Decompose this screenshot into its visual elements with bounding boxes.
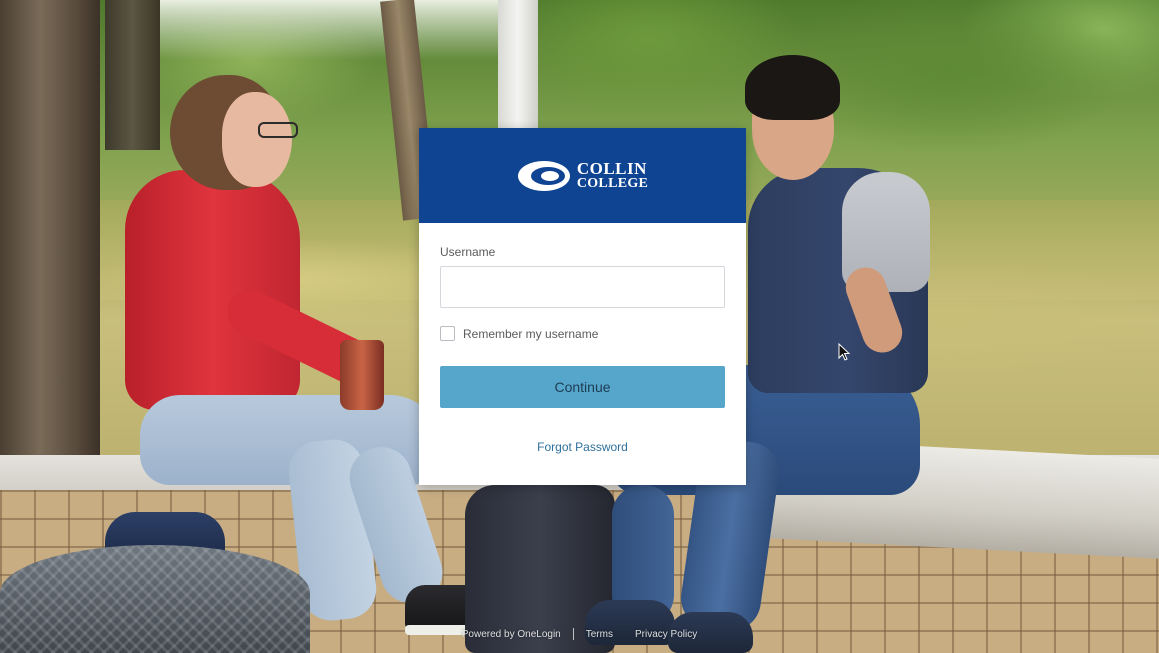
remember-username-row[interactable]: Remember my username: [440, 326, 725, 341]
continue-button[interactable]: Continue: [440, 366, 725, 408]
username-label: Username: [440, 245, 496, 259]
powered-by-text: Powered by OneLogin: [461, 628, 561, 640]
collin-college-logo: COLLIN COLLEGE: [517, 159, 648, 193]
login-form: Username Remember my username Continue F…: [419, 223, 746, 454]
remember-username-label[interactable]: Remember my username: [463, 327, 598, 341]
footer-separator: [572, 628, 574, 640]
student-right-hair: [745, 55, 840, 120]
login-card-header: COLLIN COLLEGE: [419, 128, 746, 223]
mouse-cursor-icon: [838, 343, 851, 361]
login-card: COLLIN COLLEGE Username Remember my user…: [419, 128, 746, 485]
username-input[interactable]: [440, 266, 725, 308]
remember-username-checkbox[interactable]: [440, 326, 455, 341]
page-footer: Powered by OneLogin Terms Privacy Policy: [0, 624, 1159, 644]
privacy-policy-link[interactable]: Privacy Policy: [635, 629, 697, 640]
forgot-password-link[interactable]: Forgot Password: [440, 440, 725, 454]
student-left-glasses: [258, 122, 298, 138]
student-left-hoodie: [125, 170, 300, 410]
logo-line-1: COLLIN: [576, 158, 647, 178]
background-tree-trunk: [0, 0, 100, 475]
drink-cup: [340, 340, 384, 410]
logo-line-2: COLLEGE: [576, 175, 649, 191]
terms-link[interactable]: Terms: [586, 629, 613, 640]
logo-wordmark: COLLIN COLLEGE: [576, 158, 649, 191]
background-sky: [150, 0, 500, 60]
collin-college-logo-icon: [517, 160, 570, 191]
background-tree-trunk: [105, 0, 160, 150]
student-left-face: [222, 92, 292, 187]
login-page: COLLIN COLLEGE Username Remember my user…: [0, 0, 1159, 653]
background-pole: [498, 0, 538, 130]
